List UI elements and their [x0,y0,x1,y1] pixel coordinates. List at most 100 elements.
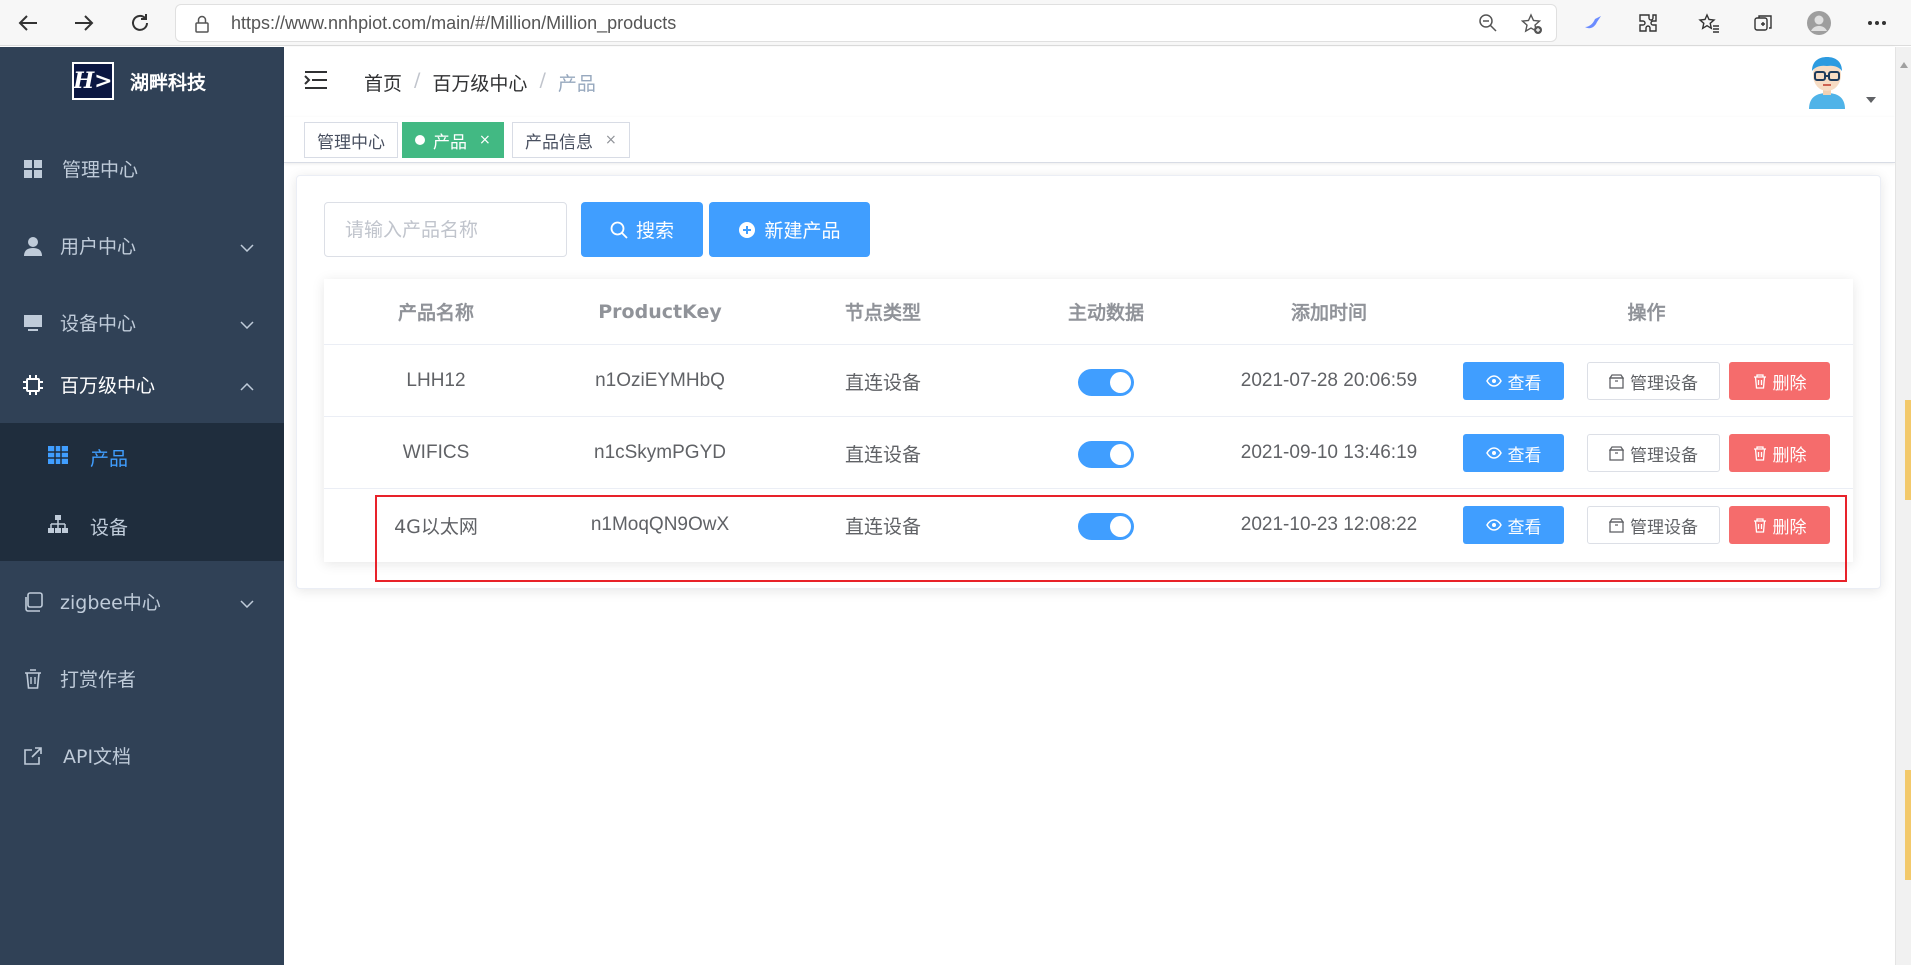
navbar: 首页 / 百万级中心 / 产品 [284,47,1895,117]
monitor-icon [22,312,44,334]
logo-mark: H> [72,62,114,100]
browser-toolbar: https://www.nnhpiot.com/main/#/Million/M… [0,0,1911,46]
sidebar-item-label: zigbee中心 [60,592,161,614]
favorite-add-icon[interactable] [1520,13,1543,39]
sidebar-item-label: API文档 [63,746,132,768]
active-data-switch[interactable] [1078,441,1134,468]
sidebar-item-label: 用户中心 [60,236,137,258]
highlight-box [375,495,1847,582]
tags-view: 管理中心 产品 × 产品信息 × [284,117,1895,163]
plus-circle-icon [738,221,756,239]
reload-icon[interactable] [124,7,156,39]
breadcrumb-home[interactable]: 首页 [364,69,402,96]
product-name: WIFICS [402,442,470,463]
column-header: 产品名称 [397,302,474,324]
sidebar-item-label: 设备 [90,517,129,539]
sidebar-item-label: 管理中心 [62,159,139,181]
tag-label: 管理中心 [317,132,385,153]
eye-icon [1485,447,1502,459]
active-dot-icon [415,135,425,145]
extension-bird-icon[interactable] [1578,8,1608,38]
address-bar[interactable]: https://www.nnhpiot.com/main/#/Million/M… [175,4,1557,42]
chevron-down-icon [240,312,254,334]
breadcrumb-current: 产品 [557,73,596,95]
scroll-up-icon[interactable] [1900,53,1908,72]
product-key: n1OziEYMHbQ [595,370,725,391]
favorites-icon[interactable] [1694,8,1724,38]
avatar[interactable] [1799,53,1855,109]
tree-icon [48,515,68,538]
tag-products[interactable]: 产品 × [402,122,504,158]
column-header: 添加时间 [1290,302,1367,324]
url-text[interactable]: https://www.nnhpiot.com/main/#/Million/M… [231,13,676,34]
product-name: LHH12 [406,370,466,391]
back-icon[interactable] [12,7,44,39]
copy-icon [22,591,44,613]
column-header: ProductKey [598,300,722,323]
trash-icon [1753,373,1767,389]
sidebar-item-label: 打赏作者 [60,669,137,691]
sidebar: H> 湖畔科技 管理中心 用户中心 设备中心 百万级中心 产品 设备 zigbe… [0,47,284,965]
new-product-button[interactable]: 新建产品 [709,202,870,257]
sidebar-item-zigbee[interactable]: zigbee中心 [0,563,284,640]
column-header: 节点类型 [844,302,921,324]
profile-icon[interactable] [1804,8,1834,38]
box-icon [1609,445,1624,461]
manage-devices-button[interactable]: 管理设备 [1587,362,1720,400]
manage-devices-button[interactable]: 管理设备 [1587,434,1720,472]
tag-label: 产品信息 [525,132,593,153]
sidebar-item-label: 产品 [90,448,129,470]
column-header: 主动数据 [1067,302,1144,324]
box-icon [1609,373,1624,389]
search-button-label: 搜索 [635,221,674,242]
sidebar-item-products[interactable]: 产品 [0,423,284,492]
view-button[interactable]: 查看 [1463,434,1564,472]
sidebar-item-donate[interactable]: 打赏作者 [0,640,284,717]
tag-label: 产品 [433,132,467,153]
new-product-button-label: 新建产品 [764,221,841,242]
submenu-million: 产品 设备 [0,423,284,561]
breadcrumb: 首页 / 百万级中心 / 产品 [364,69,596,96]
active-data-switch[interactable] [1078,369,1134,396]
table-icon [48,446,68,469]
chevron-up-icon [240,374,254,396]
zoom-icon[interactable] [1478,13,1498,37]
collections-icon[interactable] [1748,8,1778,38]
node-type: 直连设备 [844,443,921,466]
delete-button[interactable]: 删除 [1729,362,1830,400]
search-button[interactable]: 搜索 [581,202,703,257]
close-icon[interactable]: × [479,132,491,148]
search-icon [610,221,628,239]
breadcrumb-million[interactable]: 百万级中心 [432,69,527,96]
chip-icon [22,374,44,396]
forward-icon[interactable] [68,7,100,39]
search-input[interactable] [324,202,567,257]
table-row: LHH12 n1OziEYMHbQ 直连设备 2021-07-28 20:06:… [324,344,1853,416]
delete-button[interactable]: 删除 [1729,434,1830,472]
edge-strip [1905,400,1911,500]
caret-down-icon[interactable] [1865,89,1877,108]
sidebar-item-label: 百万级中心 [60,375,156,397]
sidebar-item-label: 设备中心 [60,313,137,335]
sidebar-item-million[interactable]: 百万级中心 [0,346,284,423]
tag-management[interactable]: 管理中心 [304,122,398,158]
node-type: 直连设备 [844,371,921,394]
close-icon[interactable]: × [605,132,617,148]
tag-product-info[interactable]: 产品信息 × [512,122,630,158]
sidebar-item-device-list[interactable]: 设备 [0,492,284,561]
added-time: 2021-07-28 20:06:59 [1240,370,1418,391]
trash-icon [1753,445,1767,461]
more-menu-icon[interactable] [1862,8,1892,38]
extensions-icon[interactable] [1633,8,1663,38]
sidebar-item-management[interactable]: 管理中心 [0,130,284,207]
sidebar-item-api-docs[interactable]: API文档 [0,717,284,794]
chevron-down-icon [240,591,254,613]
sidebar-item-users[interactable]: 用户中心 [0,207,284,284]
table-row: WIFICS n1cSkymPGYD 直连设备 2021-09-10 13:46… [324,416,1853,488]
external-link-icon [22,745,44,767]
column-header: 操作 [1627,302,1666,324]
menu-toggle-icon[interactable] [304,70,328,94]
chevron-down-icon [240,235,254,257]
view-button[interactable]: 查看 [1463,362,1564,400]
logo[interactable]: H> 湖畔科技 [72,61,206,101]
